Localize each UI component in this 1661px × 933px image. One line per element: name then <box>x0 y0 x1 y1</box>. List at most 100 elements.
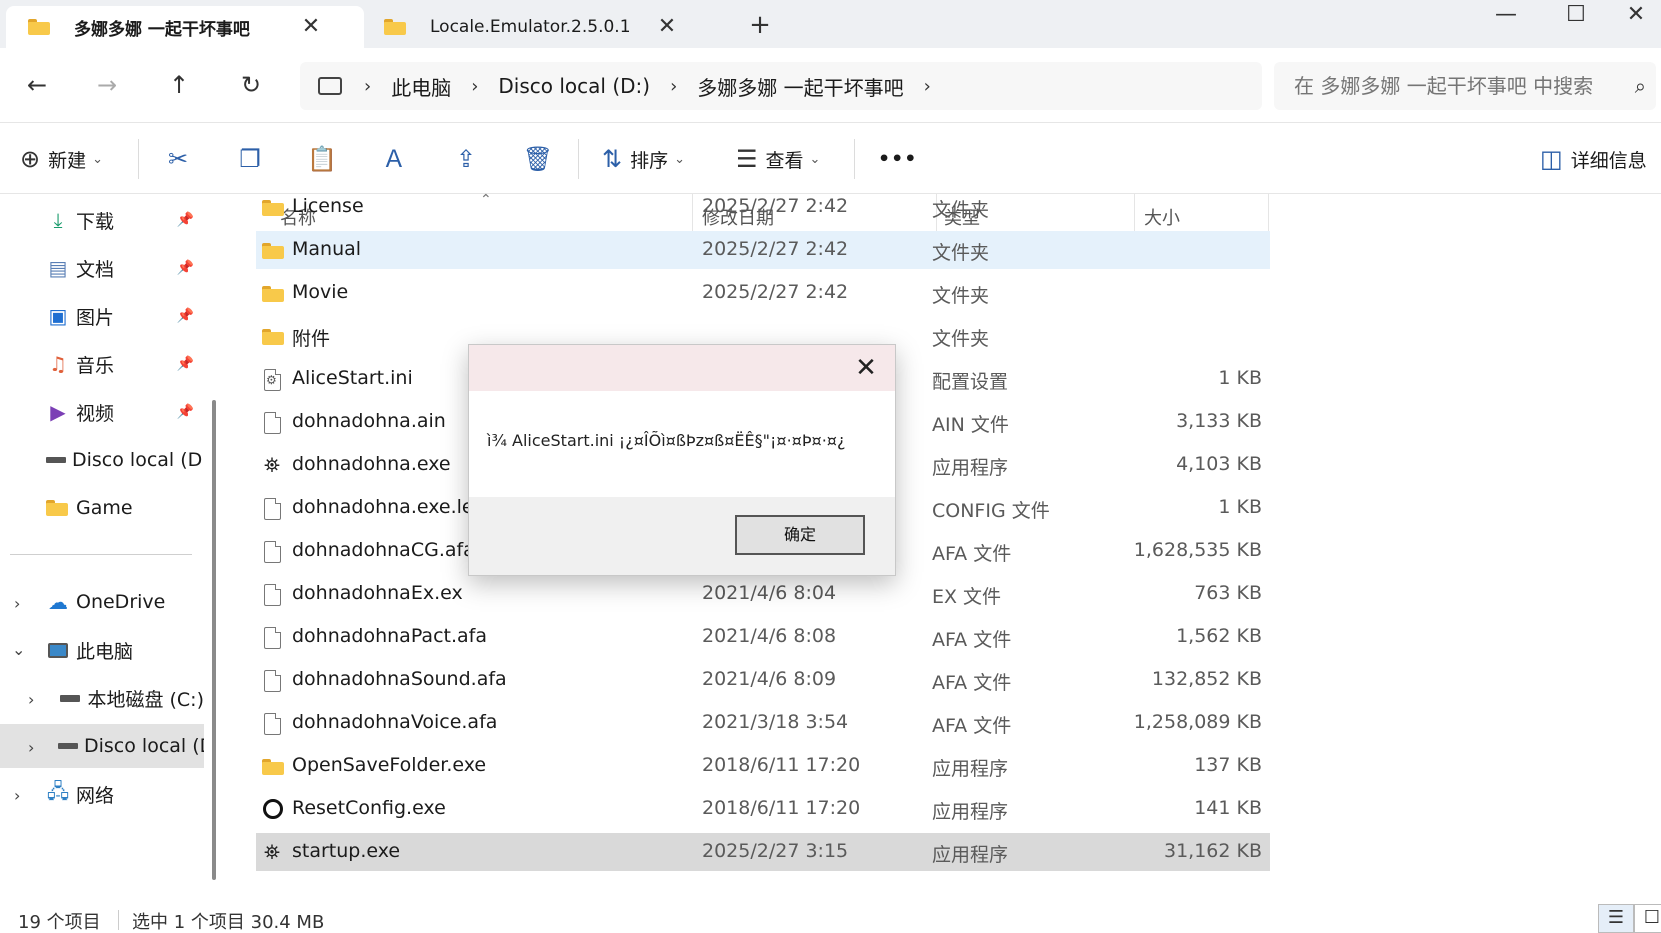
copy-button[interactable]: ❐ <box>230 141 270 177</box>
tab-close-icon[interactable]: ✕ <box>296 13 326 41</box>
chevron-right-icon[interactable]: › <box>28 738 34 757</box>
file-icon <box>262 412 284 434</box>
paste-button[interactable]: 📋 <box>302 141 342 177</box>
sort-button[interactable]: ⇅ 排序 ⌄ <box>602 141 685 177</box>
delete-button[interactable]: 🗑 <box>518 141 558 177</box>
file-row[interactable]: dohnadohnaVoice.afa 2021/3/18 3:54 AFA 文件 1… <box>256 704 1270 742</box>
sidebar-item-network[interactable]: 🖧 网络 <box>0 772 204 816</box>
file-row[interactable]: dohnadohnaPact.afa 2021/4/6 8:08 AFA 文件 1,5… <box>256 618 1270 656</box>
file-row[interactable]: dohnadohnaSound.afa 2021/4/6 8:09 AFA 文件 13… <box>256 661 1270 699</box>
file-icon <box>262 498 284 520</box>
file-row[interactable]: dohnadohnaEx.ex 2021/4/6 8:04 EX 文件 763 KB <box>256 575 1270 613</box>
file-row[interactable]: ResetConfig.exe 2018/6/11 17:20 应用程序 141 KB <box>256 790 1270 828</box>
share-button[interactable]: ⇪ <box>446 141 486 177</box>
tiles-view-icon[interactable]: ☐ <box>1634 904 1661 933</box>
documents-icon: ▤ <box>48 256 68 280</box>
refresh-button[interactable]: ↻ <box>234 70 268 100</box>
file-icon <box>262 713 284 735</box>
sidebar-item-drive-c[interactable]: 本地磁盘 (C:) <box>0 676 204 720</box>
details-label: 详细信息 <box>1570 149 1647 172</box>
pin-icon[interactable]: 📌 <box>177 404 194 420</box>
dialog-message: ì¾ AliceStart.ini ¡¿¤ÎÕì¤ßÞz¤ß¤ËÊ§"¡¤·¤Þ… <box>487 431 846 450</box>
new-tab-button[interactable]: + <box>742 10 778 40</box>
address-bar[interactable]: › 此电脑 › Disco local (D:) › 多娜多娜 一起干坏事吧 › <box>300 62 1262 110</box>
plus-circle-icon: ⊕ <box>20 145 41 173</box>
minimize-button[interactable]: — <box>1476 0 1536 40</box>
sidebar-item-disco-d[interactable]: Disco local (D:) <box>0 438 204 482</box>
dialog-close-icon[interactable]: ✕ <box>851 351 881 385</box>
file-row[interactable]: ⛯ startup.exe 2025/2/27 3:15 应用程序 31,162 KB <box>256 833 1270 871</box>
file-date: 2025/2/27 2:42 <box>702 238 849 260</box>
new-button[interactable]: ⊕ 新建 ⌄ <box>20 141 103 177</box>
file-name: dohnadohnaEx.ex <box>292 582 463 604</box>
breadcrumb-drive-d[interactable]: Disco local (D:) <box>498 74 650 98</box>
details-view-icon[interactable]: ☰ <box>1598 904 1634 933</box>
file-icon <box>262 627 284 649</box>
error-dialog: ✕ ì¾ AliceStart.ini ¡¿¤ÎÕì¤ßÞz¤ß¤ËÊ§"¡¤·… <box>468 344 896 576</box>
forward-button[interactable]: → <box>90 70 124 100</box>
sidebar-item-downloads[interactable]: ⤓ 下载 📌 <box>0 198 204 242</box>
sidebar-item-this-pc[interactable]: 此电脑 <box>0 628 204 672</box>
file-date: 2021/3/18 3:54 <box>702 711 849 733</box>
sidebar-item-label: Disco local (D:) <box>84 735 204 757</box>
pin-icon[interactable]: 📌 <box>177 260 194 276</box>
file-type: 应用程序 <box>932 758 1009 780</box>
window-close-button[interactable]: ✕ <box>1606 0 1661 40</box>
tab-current-folder[interactable]: 多娜多娜 一起干坏事吧 ✕ <box>6 6 364 48</box>
file-type: 配置设置 <box>932 371 1009 393</box>
file-size: 763 KB <box>1194 582 1262 604</box>
search-icon[interactable]: ⌕ <box>1635 74 1646 98</box>
sidebar-item-documents[interactable]: ▤ 文档 📌 <box>0 246 204 290</box>
up-button[interactable]: ↑ <box>162 70 196 100</box>
pin-icon[interactable]: 📌 <box>177 308 194 324</box>
tab-locale-emulator[interactable]: Locale.Emulator.2.5.0.1 ✕ <box>362 6 712 48</box>
breadcrumb-this-pc[interactable]: 此电脑 <box>391 72 451 101</box>
drive-icon <box>58 734 78 758</box>
dialog-ok-button[interactable]: 确定 <box>735 515 865 555</box>
network-icon: 🖧 <box>46 779 70 803</box>
tab-close-icon[interactable]: ✕ <box>652 13 682 41</box>
file-date: 2021/4/6 8:04 <box>702 582 837 604</box>
dialog-title-bar[interactable]: ✕ <box>469 345 895 391</box>
maximize-button[interactable]: ☐ <box>1546 0 1606 40</box>
sidebar-item-music[interactable]: ♫ 音乐 📌 <box>0 342 204 386</box>
sidebar-item-pictures[interactable]: ▣ 图片 📌 <box>0 294 204 338</box>
file-row[interactable]: License 2025/2/27 2:42 文件夹 <box>256 188 1270 226</box>
sidebar-scrollbar[interactable] <box>212 400 216 880</box>
sidebar-item-game[interactable]: Game <box>0 486 204 530</box>
details-pane-button[interactable]: ◫ 详细信息 <box>1540 141 1647 177</box>
file-name: dohnadohnaPact.afa <box>292 625 487 647</box>
pin-icon[interactable]: 📌 <box>177 212 194 228</box>
search-box[interactable]: ⌕ <box>1274 62 1656 110</box>
view-button[interactable]: ☰ 查看 ⌄ <box>736 141 820 177</box>
status-divider <box>118 910 119 930</box>
file-name: License <box>292 195 364 217</box>
back-button[interactable]: ← <box>20 70 54 100</box>
computer-icon <box>318 77 342 95</box>
pin-icon[interactable]: 📌 <box>177 356 194 372</box>
more-options-button[interactable]: ••• <box>878 141 917 177</box>
folder-icon <box>262 285 284 303</box>
chevron-right-icon[interactable]: › <box>924 76 931 97</box>
file-name: Movie <box>292 281 349 303</box>
file-name: dohnadohnaSound.afa <box>292 668 507 690</box>
videos-icon: ▶ <box>50 400 66 424</box>
file-row[interactable]: OpenSaveFolder.exe 2018/6/11 17:20 应用程序 137… <box>256 747 1270 785</box>
new-label: 新建 <box>48 149 87 172</box>
file-type: 文件夹 <box>932 328 990 350</box>
computer-icon <box>46 638 70 662</box>
breadcrumb-current-folder[interactable]: 多娜多娜 一起干坏事吧 <box>697 72 903 101</box>
cut-button[interactable]: ✂ <box>158 141 198 177</box>
file-row[interactable]: Manual 2025/2/27 2:42 文件夹 <box>256 231 1270 269</box>
file-type: AFA 文件 <box>932 629 1012 651</box>
sidebar-item-onedrive[interactable]: ☁ OneDrive <box>0 580 204 624</box>
file-date: 2018/6/11 17:20 <box>702 754 861 776</box>
rename-button[interactable]: Ａ <box>374 141 414 177</box>
sidebar-item-videos[interactable]: ▶ 视频 📌 <box>0 390 204 434</box>
file-row[interactable]: Movie 2025/2/27 2:42 文件夹 <box>256 274 1270 312</box>
search-input[interactable] <box>1294 74 1614 98</box>
file-type: 文件夹 <box>932 199 990 221</box>
file-type: 应用程序 <box>932 844 1009 866</box>
file-size: 4,103 KB <box>1176 453 1262 475</box>
share-icon: ⇪ <box>455 145 477 173</box>
